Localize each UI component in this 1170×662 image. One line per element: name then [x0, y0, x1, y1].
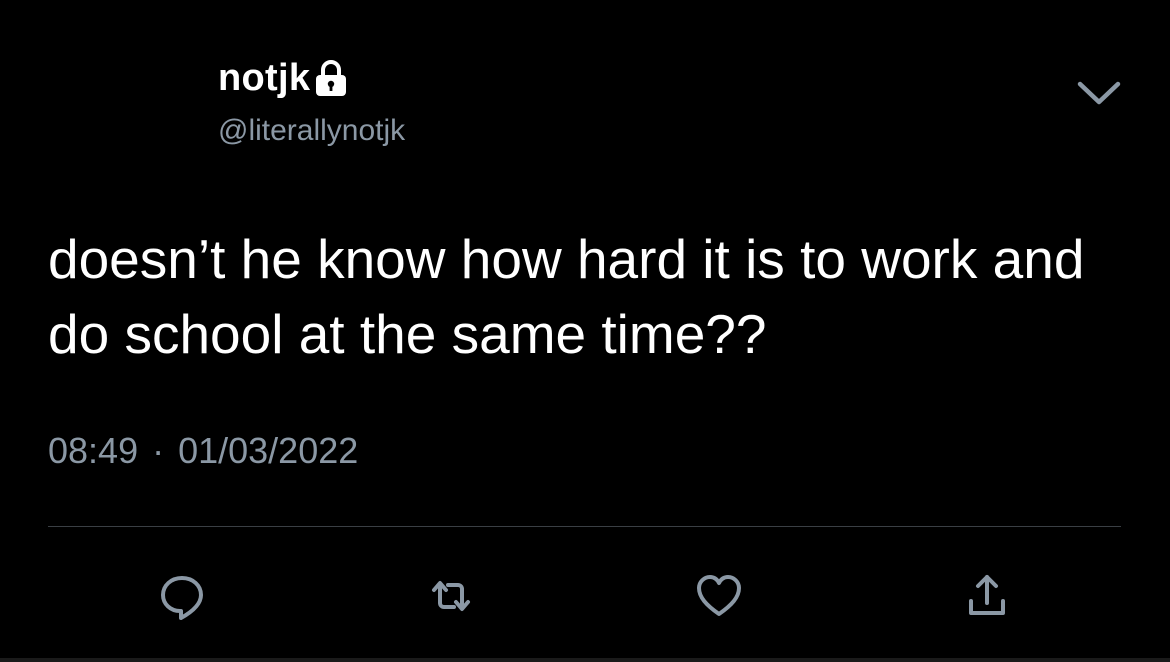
like-icon [697, 575, 741, 616]
name-row: notjk [218, 52, 405, 104]
chevron-down-icon[interactable] [1074, 78, 1124, 108]
tweet-date[interactable]: 01/03/2022 [178, 430, 358, 472]
retweet-button[interactable] [423, 568, 479, 624]
tweet-card: notjk @literallynotjk doesn’t he know ho… [0, 0, 1170, 662]
share-button[interactable] [959, 568, 1015, 624]
retweet-icon [432, 581, 470, 611]
reply-icon [161, 576, 203, 620]
action-bar [0, 568, 1170, 628]
reply-button[interactable] [154, 568, 210, 624]
bottom-border [0, 658, 1170, 662]
tweet-text: doesn’t he know how hard it is to work a… [48, 228, 1085, 365]
tweet-meta: 08:49 · 01/03/2022 [48, 430, 358, 472]
user-handle[interactable]: @literallynotjk [218, 114, 405, 148]
meta-separator: · [152, 430, 165, 471]
tweet-time[interactable]: 08:49 [48, 430, 138, 472]
divider [48, 526, 1121, 527]
display-name[interactable]: notjk [218, 57, 310, 100]
like-button[interactable] [691, 568, 747, 624]
lock-icon [314, 60, 348, 98]
share-icon [969, 575, 1005, 615]
tweet-header: notjk @literallynotjk [218, 52, 405, 148]
